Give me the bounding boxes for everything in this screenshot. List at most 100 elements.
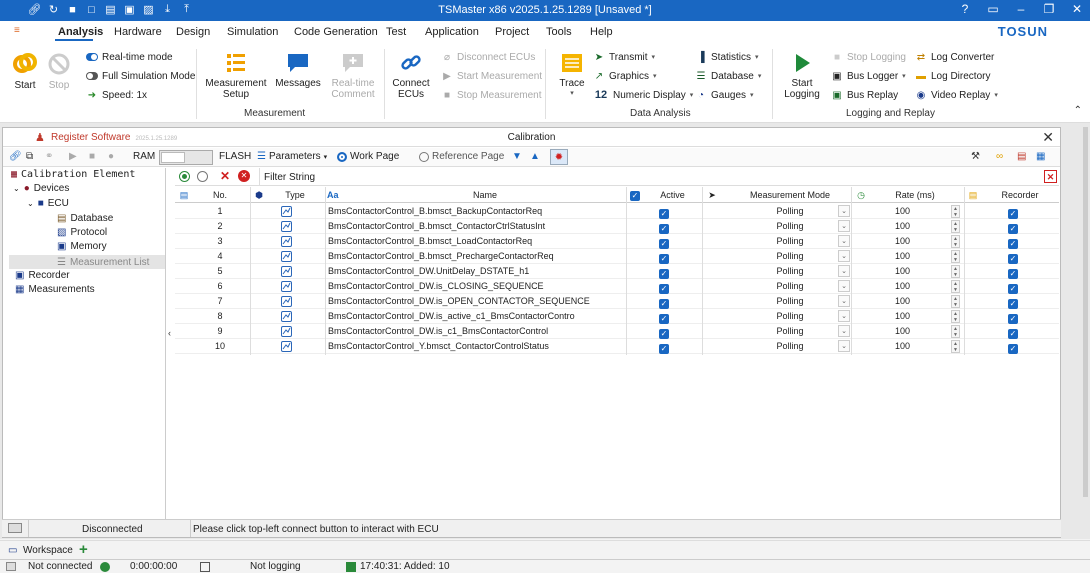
measurement-mode-value[interactable]: Polling bbox=[735, 219, 845, 234]
table-row[interactable]: 7 BmsContactorControl_DW.is_OPEN_CONTACTO… bbox=[175, 294, 1059, 309]
tree-node-memory[interactable]: ▣ Memory bbox=[57, 241, 107, 252]
start-logging-button[interactable]: Start Logging bbox=[780, 51, 824, 100]
chevron-down-icon[interactable]: ⌄ bbox=[838, 340, 850, 352]
wrench-icon[interactable]: ⚒ bbox=[971, 151, 980, 162]
variable-name[interactable]: BmsContactorControl_Y.bmsct_ContactorCon… bbox=[328, 339, 624, 354]
measurement-mode-value[interactable]: Polling bbox=[735, 294, 845, 309]
filter-active-radio-icon[interactable] bbox=[179, 171, 190, 182]
chevron-down-icon[interactable]: ⌄ bbox=[838, 265, 850, 277]
speed-selector[interactable]: ➜ Speed: 1x bbox=[86, 89, 147, 101]
chevron-down-icon[interactable]: ⌄ bbox=[838, 220, 850, 232]
measurement-setup-button[interactable]: Measurement Setup bbox=[203, 51, 269, 100]
connect-ecus-button[interactable]: Connect ECUs bbox=[389, 51, 433, 100]
column-header-recorder[interactable]: Recorder bbox=[990, 187, 1050, 203]
variable-name[interactable]: BmsContactorControl_B.bmsct_PrechargeCon… bbox=[328, 249, 624, 264]
column-header-name[interactable]: Name bbox=[385, 187, 585, 203]
upload-from-ecu-icon[interactable]: ▲ bbox=[530, 151, 540, 162]
rate-spinner-icon[interactable]: ▲ ▼ bbox=[951, 295, 960, 308]
rate-spinner-icon[interactable]: ▲ ▼ bbox=[951, 310, 960, 323]
link-disabled-icon[interactable]: ⚭ bbox=[45, 151, 53, 162]
measurement-mode-value[interactable]: Polling bbox=[735, 249, 845, 264]
column-header-active[interactable]: Active bbox=[650, 187, 695, 203]
layout-icon[interactable]: ▭ bbox=[986, 2, 1000, 16]
rate-spinner-icon[interactable]: ▲ ▼ bbox=[951, 205, 960, 218]
log-converter-button[interactable]: ⇄ Log Converter bbox=[915, 51, 995, 63]
transmit-button[interactable]: ➤ Transmit ▾ bbox=[593, 51, 655, 63]
active-checkbox[interactable]: ✓ bbox=[659, 341, 669, 356]
rate-value[interactable]: 100 bbox=[880, 294, 925, 309]
window-icon[interactable]: ▤ bbox=[1017, 151, 1026, 162]
rate-value[interactable]: 100 bbox=[880, 309, 925, 324]
column-header-measurement-mode[interactable]: Measurement Mode bbox=[735, 187, 845, 203]
tree-node-ecu[interactable]: ⌄ ■ ECU bbox=[27, 198, 69, 209]
rate-spinner-icon[interactable]: ▲ ▼ bbox=[951, 340, 960, 353]
chevron-down-icon[interactable]: ⌄ bbox=[838, 325, 850, 337]
variable-name[interactable]: BmsContactorControl_DW.UnitDelay_DSTATE_… bbox=[328, 264, 624, 279]
collapse-ribbon-icon[interactable]: ⌃ bbox=[1074, 105, 1082, 116]
variable-name[interactable]: BmsContactorControl_DW.is_c1_BmsContacto… bbox=[328, 324, 624, 339]
tab-simulation[interactable]: Simulation bbox=[227, 26, 278, 38]
chevron-down-icon[interactable]: ⌄ bbox=[838, 310, 850, 322]
rate-spinner-icon[interactable]: ▲ ▼ bbox=[951, 250, 960, 263]
layout-icon[interactable]: ▦ bbox=[1036, 151, 1045, 162]
tab-analysis[interactable]: Analysis bbox=[58, 26, 103, 38]
measurement-mode-value[interactable]: Polling bbox=[735, 339, 845, 354]
video-replay-button[interactable]: ◉ Video Replay ▾ bbox=[915, 89, 998, 101]
reference-page-radio[interactable]: Reference Page bbox=[419, 151, 504, 162]
close-panel-button[interactable]: ✕ bbox=[1042, 129, 1054, 146]
chevron-down-icon[interactable]: ⌄ bbox=[838, 280, 850, 292]
download-to-ecu-icon[interactable]: ▼ bbox=[512, 151, 522, 162]
tree-node-measurement-list[interactable]: ☰ Measurement List bbox=[9, 255, 165, 269]
start-measurement-button[interactable]: ▶ Start Measurement bbox=[441, 70, 542, 82]
table-row[interactable]: 8 BmsContactorControl_DW.is_active_c1_Bms… bbox=[175, 309, 1059, 324]
chevron-down-icon[interactable]: ⌄ bbox=[838, 250, 850, 262]
right-scrollbar[interactable] bbox=[1083, 127, 1088, 497]
bus-replay-button[interactable]: ▣ Bus Replay bbox=[831, 89, 898, 101]
tab-test[interactable]: Test bbox=[386, 26, 406, 38]
variable-name[interactable]: BmsContactorControl_DW.is_active_c1_BmsC… bbox=[328, 309, 624, 324]
rate-spinner-icon[interactable]: ▲ ▼ bbox=[951, 265, 960, 278]
collapse-splitter-icon[interactable]: ‹ bbox=[168, 328, 174, 353]
rate-value[interactable]: 100 bbox=[880, 264, 925, 279]
rate-value[interactable]: 100 bbox=[880, 279, 925, 294]
stop-measurement-button[interactable]: ■ Stop Measurement bbox=[441, 89, 542, 101]
messages-button[interactable]: Messages bbox=[274, 51, 322, 89]
chevron-down-icon[interactable]: ⌄ bbox=[838, 235, 850, 247]
add-workspace-button[interactable]: + bbox=[79, 541, 88, 558]
recorder-checkbox[interactable]: ✓ bbox=[1008, 341, 1018, 356]
gauges-button[interactable]: ◔ Gauges ▾ bbox=[695, 89, 754, 101]
table-row[interactable]: 4 BmsContactorControl_B.bmsct_PrechargeCo… bbox=[175, 249, 1059, 264]
rate-spinner-icon[interactable]: ▲ ▼ bbox=[951, 325, 960, 338]
tab-application[interactable]: Application bbox=[425, 26, 479, 38]
stop-logging-button[interactable]: ■ Stop Logging bbox=[831, 51, 906, 63]
realtime-mode-toggle[interactable]: Real-time mode bbox=[86, 51, 173, 63]
rate-value[interactable]: 100 bbox=[880, 249, 925, 264]
disconnect-ecus-button[interactable]: ⌀ Disconnect ECUs bbox=[441, 51, 535, 63]
rate-spinner-icon[interactable]: ▲ ▼ bbox=[951, 280, 960, 293]
filter-string-input[interactable] bbox=[320, 169, 1040, 184]
graphics-button[interactable]: ↗ Graphics ▾ bbox=[593, 70, 657, 82]
measurement-mode-value[interactable]: Polling bbox=[735, 324, 845, 339]
measurement-mode-value[interactable]: Polling bbox=[735, 234, 845, 249]
full-simulation-mode-toggle[interactable]: Full Simulation Mode bbox=[86, 70, 195, 82]
table-row[interactable]: 9 BmsContactorControl_DW.is_c1_BmsContact… bbox=[175, 324, 1059, 339]
tab-design[interactable]: Design bbox=[176, 26, 210, 38]
tree-node-recorder[interactable]: ▣ Recorder bbox=[15, 270, 70, 281]
variable-name[interactable]: BmsContactorControl_B.bmsct_LoadContacto… bbox=[328, 234, 624, 249]
disconnect-icon[interactable]: ⧉ bbox=[26, 151, 33, 162]
variable-name[interactable]: BmsContactorControl_DW.is_CLOSING_SEQUEN… bbox=[328, 279, 624, 294]
bus-logger-button[interactable]: ▣ Bus Logger ▾ bbox=[831, 70, 905, 82]
measurement-mode-value[interactable]: Polling bbox=[735, 204, 845, 219]
rate-value[interactable]: 100 bbox=[880, 204, 925, 219]
measurement-mode-value[interactable]: Polling bbox=[735, 309, 845, 324]
help-icon[interactable]: ? bbox=[958, 2, 972, 16]
tree-node-protocol[interactable]: ▧ Protocol bbox=[57, 227, 107, 238]
minimize-button[interactable]: – bbox=[1014, 2, 1028, 16]
tab-tools[interactable]: Tools bbox=[546, 26, 572, 38]
tab-hardware[interactable]: Hardware bbox=[114, 26, 162, 38]
tree-node-database[interactable]: ▤ Database bbox=[57, 213, 113, 224]
chevron-down-icon[interactable]: ⌄ bbox=[838, 295, 850, 307]
close-window-button[interactable]: ✕ bbox=[1070, 2, 1084, 16]
variable-name[interactable]: BmsContactorControl_DW.is_OPEN_CONTACTOR… bbox=[328, 294, 624, 309]
measurement-mode-value[interactable]: Polling bbox=[735, 264, 845, 279]
